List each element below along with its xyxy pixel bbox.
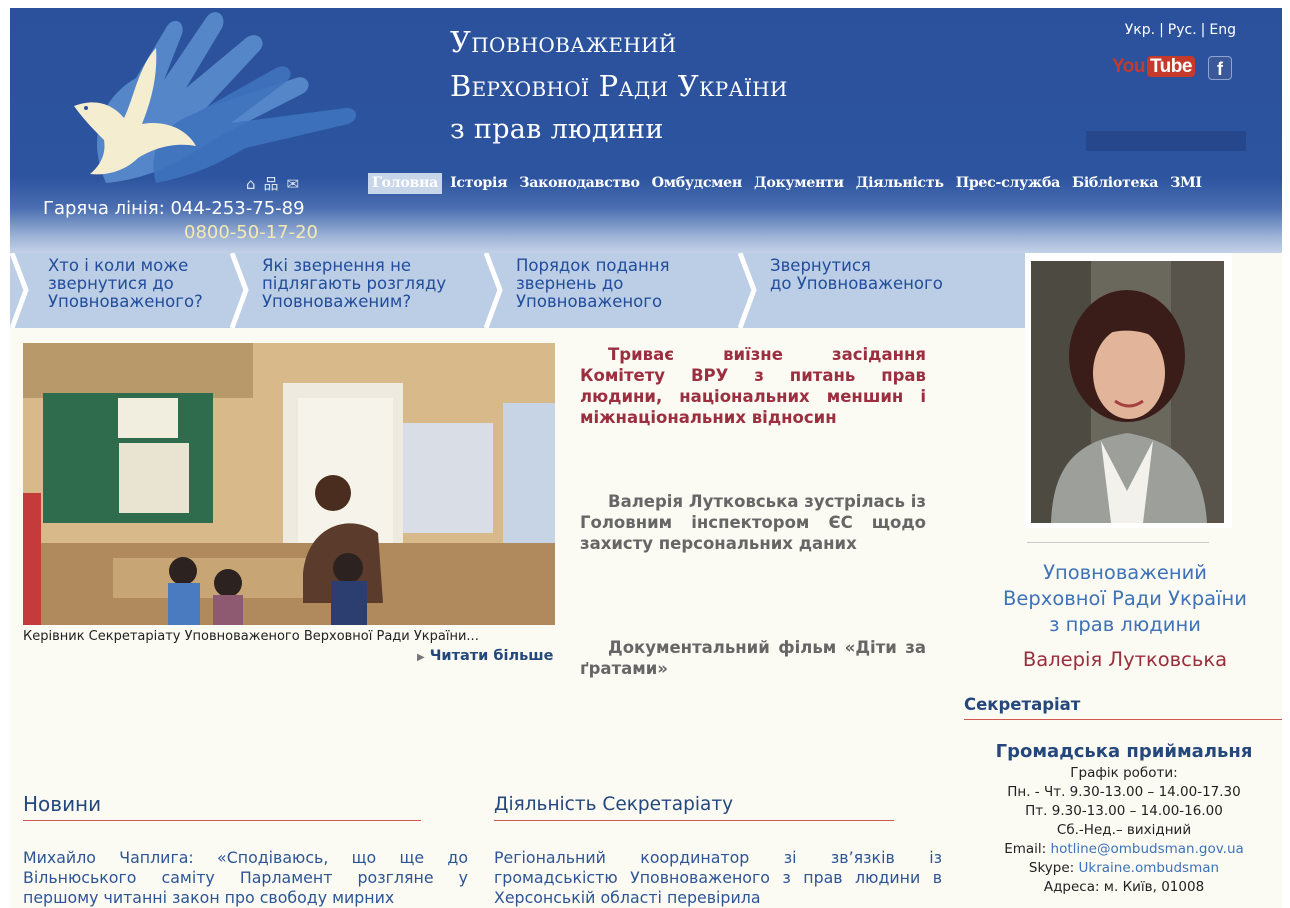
schedule-friday: Пт. 9.30-13.00 – 14.00-16.00 xyxy=(1025,803,1223,819)
nav-item-home[interactable]: Головна xyxy=(368,173,443,194)
headline-item[interactable]: Валерія Лутковська зустрілась із Головни… xyxy=(580,491,926,554)
question-not-considered[interactable]: Які звернення не підлягають розгляду Упо… xyxy=(262,257,446,311)
language-switcher: Укр. | Рус. | Eng xyxy=(1125,22,1236,38)
slideshow-caption[interactable]: Керівник Секретаріату Уповноваженого Вер… xyxy=(23,629,479,644)
nav-item-press[interactable]: Прес-служба xyxy=(952,173,1064,194)
chevron-divider xyxy=(230,253,249,328)
ombudsman-title-line: Верховної Ради України xyxy=(1003,587,1247,610)
main-nav: Головна Історія Законодавство Омбудсмен … xyxy=(368,173,1210,194)
utility-icons: ⌂ 品 ✉ xyxy=(246,173,307,194)
reception-title[interactable]: Громадська приймальня xyxy=(965,740,1282,764)
question-line: Уповноваженим? xyxy=(262,292,412,311)
lang-separator: | xyxy=(1200,22,1206,38)
read-more-label: Читати більше xyxy=(429,648,554,664)
mail-icon[interactable]: ✉ xyxy=(287,175,300,193)
question-line: Порядок подання xyxy=(516,256,670,275)
lang-separator: | xyxy=(1159,22,1164,38)
schedule-weekdays: Пн. - Чт. 9.30-13.00 – 14.00-17.30 xyxy=(1007,784,1241,800)
ombudsman-logo[interactable] xyxy=(46,8,366,183)
email-link[interactable]: hotline@ombudsman.gov.ua xyxy=(1051,841,1244,857)
chevron-divider xyxy=(484,253,503,328)
nav-item-ombudsman[interactable]: Омбудсмен xyxy=(648,173,746,194)
nav-item-activity[interactable]: Діяльність xyxy=(852,173,948,194)
nav-item-documents[interactable]: Документи xyxy=(750,173,848,194)
read-more-link[interactable]: ▶ Читати більше xyxy=(417,648,554,664)
triangle-right-icon: ▶ xyxy=(417,652,425,663)
divider xyxy=(494,820,894,821)
question-line: звернень до xyxy=(516,274,624,293)
lang-rus-link[interactable]: Рус. xyxy=(1168,22,1197,38)
sitemap-icon[interactable]: 品 xyxy=(264,175,279,193)
ombudsman-photo[interactable] xyxy=(1031,261,1224,523)
facebook-icon[interactable]: f xyxy=(1208,56,1232,80)
question-line: до Уповноваженого xyxy=(770,274,943,293)
question-line: підлягають розгляду xyxy=(262,274,447,293)
schedule-weekend: Сб.-Нед.– вихідний xyxy=(1056,822,1192,838)
question-line: Які звернення не xyxy=(262,256,412,275)
skype-row: Skype: Ukraine.ombudsman xyxy=(965,859,1282,878)
hotline-phone-free: 0800-50-17-20 xyxy=(184,222,319,243)
headline-item[interactable]: Документальний фільм «Діти за ґратами» xyxy=(580,637,926,679)
lang-ukr-link[interactable]: Укр. xyxy=(1125,22,1155,38)
question-line: Уповноваженого? xyxy=(48,292,203,311)
site-title: Уповноважений Верховної Ради України з п… xyxy=(450,20,788,152)
hotline-phone: Гаряча лінія: 044-253-75-89 xyxy=(43,198,305,219)
chevron-divider xyxy=(738,253,757,328)
nav-item-media[interactable]: ЗМІ xyxy=(1166,173,1206,194)
page-frame: Уповноважений Верховної Ради України з п… xyxy=(10,8,1282,908)
portrait-illustration xyxy=(1031,261,1224,523)
news-teaser[interactable]: Михайло Чаплига: «Сподіваюсь, що ще до В… xyxy=(23,848,468,908)
question-line: звернутися до xyxy=(48,274,174,293)
home-icon[interactable]: ⌂ xyxy=(246,175,256,193)
activity-teaser[interactable]: Регіональний координатор зі зв’язків із … xyxy=(494,848,942,908)
site-header: Уповноважений Верховної Ради України з п… xyxy=(10,8,1282,253)
slideshow-photo[interactable] xyxy=(23,343,555,625)
youtube-tube-text: Tube xyxy=(1146,56,1195,77)
question-contact-ombudsman[interactable]: Звернутися до Уповноваженого xyxy=(770,257,943,293)
question-line: Звернутися xyxy=(770,256,871,275)
ombudsman-title[interactable]: Уповноважений Верховної Ради України з п… xyxy=(980,560,1270,638)
skype-label: Skype: xyxy=(1028,860,1075,876)
schedule-label: Графік роботи: xyxy=(1070,765,1178,781)
question-line: Уповноваженого xyxy=(516,292,663,311)
headline-active[interactable]: Триває виїзне засідання Комітету ВРУ з п… xyxy=(580,344,926,428)
divider xyxy=(1027,542,1209,543)
search-input[interactable] xyxy=(1086,131,1246,151)
question-who-can-apply[interactable]: Хто і коли може звернутися до Уповноваже… xyxy=(48,257,203,311)
secretariat-heading[interactable]: Секретаріат xyxy=(964,695,1282,714)
divider xyxy=(23,820,421,821)
activity-heading[interactable]: Діяльність Секретаріату xyxy=(494,794,733,815)
nav-item-library[interactable]: Бібліотека xyxy=(1068,173,1162,194)
youtube-you-text: You xyxy=(1112,56,1145,77)
lang-eng-link[interactable]: Eng xyxy=(1209,22,1236,38)
news-heading[interactable]: Новини xyxy=(23,792,101,816)
address: Адреса: м. Київ, 01008 xyxy=(1043,879,1205,895)
ombudsman-photo-frame xyxy=(1025,253,1232,528)
question-line: Хто і коли може xyxy=(48,256,189,275)
site-title-line-1: Уповноважений xyxy=(450,25,677,59)
youtube-icon[interactable]: You Tube xyxy=(1112,56,1195,78)
divider xyxy=(964,719,1282,720)
classroom-illustration xyxy=(23,343,555,625)
site-title-line-2: Верховної Ради України xyxy=(450,69,788,103)
email-label: Email: xyxy=(1004,841,1047,857)
skype-link[interactable]: Ukraine.ombudsman xyxy=(1079,860,1220,876)
site-title-line-3: з прав людини xyxy=(450,114,664,145)
chevron-divider xyxy=(10,253,29,328)
email-row: Email: hotline@ombudsman.gov.ua xyxy=(965,840,1282,859)
public-reception-block: Громадська приймальня Графік роботи: Пн.… xyxy=(965,740,1282,897)
ombudsman-title-line: з прав людини xyxy=(1049,613,1201,636)
ombudsman-name[interactable]: Валерія Лутковська xyxy=(980,648,1270,671)
nav-item-history[interactable]: Історія xyxy=(446,173,511,194)
ombudsman-title-line: Уповноважений xyxy=(1043,561,1207,584)
question-bar: Хто і коли може звернутися до Уповноваже… xyxy=(10,253,1025,328)
nav-item-legislation[interactable]: Законодавство xyxy=(515,173,643,194)
question-filing-procedure[interactable]: Порядок подання звернень до Уповноважено… xyxy=(516,257,670,311)
